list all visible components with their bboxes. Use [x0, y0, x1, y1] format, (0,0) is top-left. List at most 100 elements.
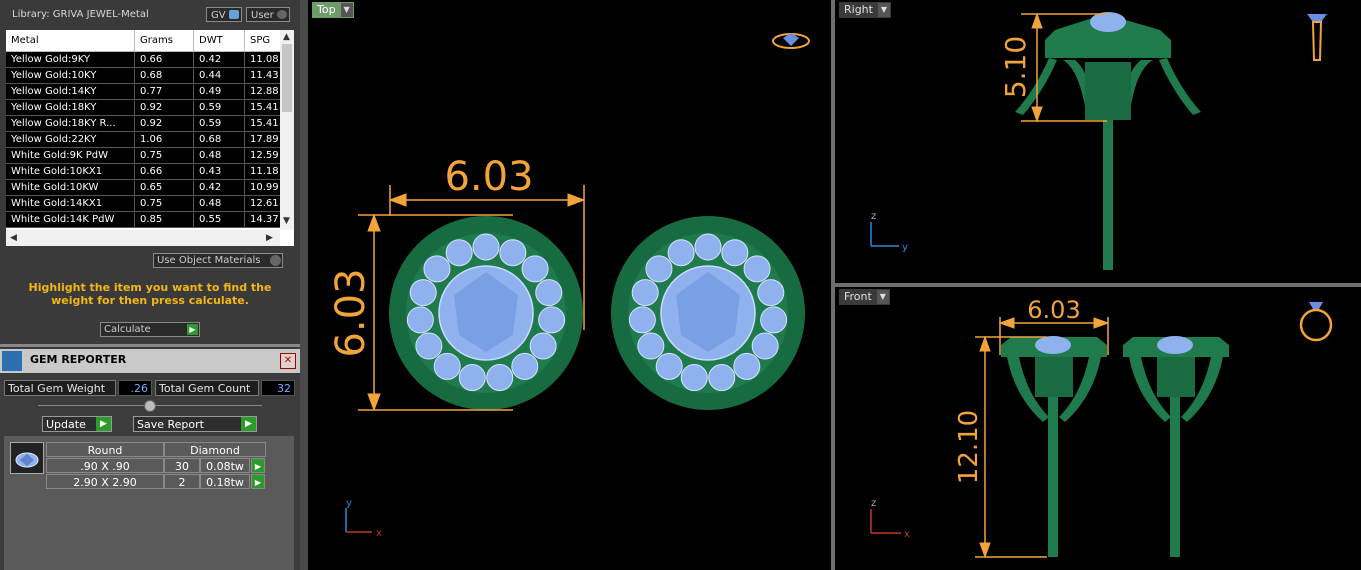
- halo-stone: [458, 364, 486, 392]
- axis-y-label: y: [346, 498, 352, 509]
- panel-divider[interactable]: [0, 344, 300, 347]
- gem-header-diamond: Diamond: [164, 442, 266, 457]
- scroll-left-icon[interactable]: ◀: [10, 233, 17, 243]
- view-orientation-ring-icon[interactable]: [1299, 302, 1333, 342]
- halo-stone: [757, 279, 785, 307]
- halo-stone: [721, 239, 749, 267]
- metal-row[interactable]: White Gold:10KW 0.65 0.42 10.99: [6, 179, 290, 196]
- scroll-down-icon[interactable]: ▼: [283, 216, 290, 226]
- gem-reporter-logo-icon: [2, 351, 22, 371]
- halo-stone: [645, 255, 673, 283]
- col-dwt-header[interactable]: DWT: [193, 30, 245, 52]
- top-view-canvas: 6.03 6.03 y x: [328, 33, 810, 539]
- metal-cell-grams: 0.65: [134, 179, 194, 196]
- slider-knob[interactable]: [144, 400, 156, 412]
- halo-stone: [529, 332, 557, 360]
- update-button[interactable]: Update ▶: [42, 416, 112, 432]
- close-icon[interactable]: ✕: [280, 353, 296, 369]
- view-orientation-ring-icon[interactable]: [772, 33, 810, 49]
- metal-table: Metal Grams DWT SPG Yellow Gold:9KY 0.66 0…: [6, 30, 294, 246]
- metal-row[interactable]: Yellow Gold:18KY R... 0.92 0.59 15.41: [6, 115, 290, 132]
- metal-cell-dwt: 0.43: [193, 163, 245, 180]
- metal-row[interactable]: Yellow Gold:10KY 0.68 0.44 11.43: [6, 67, 290, 84]
- col-metal-header[interactable]: Metal: [6, 30, 135, 52]
- gem-count: 30: [164, 458, 200, 473]
- metal-cell-grams: 0.68: [134, 67, 194, 84]
- save-report-button[interactable]: Save Report ▶: [133, 416, 257, 432]
- user-toggle-label: User: [251, 10, 274, 21]
- total-gem-weight-value: .26: [118, 380, 152, 396]
- calculate-button[interactable]: Calculate ▶: [100, 322, 200, 337]
- front-view-canvas: 6.03 12.10 z x: [870, 296, 1333, 559]
- col-grams-header[interactable]: Grams: [134, 30, 194, 52]
- metal-row[interactable]: White Gold:9K PdW 0.75 0.48 12.59: [6, 147, 290, 164]
- halo-stone: [538, 306, 566, 334]
- axis-indicator: y x: [345, 498, 382, 539]
- metal-cell-grams: 0.66: [134, 163, 194, 180]
- halo-stone: [637, 332, 665, 360]
- user-toggle[interactable]: User: [246, 7, 290, 22]
- metal-row[interactable]: Yellow Gold:9KY 0.66 0.42 11.08: [6, 51, 290, 68]
- calculate-label: Calculate: [104, 324, 151, 335]
- total-gem-weight-label: Total Gem Weight: [4, 380, 116, 396]
- metal-cell-metal: Yellow Gold:9KY: [6, 51, 135, 68]
- viewport-right[interactable]: Right ▼ 5.10 z y: [835, 0, 1361, 283]
- gv-toggle[interactable]: GV: [206, 7, 242, 22]
- front-width-dim-label: 6.03: [1027, 296, 1080, 324]
- viewport-front[interactable]: Front ▼ 6.03 12.10 z x: [835, 287, 1361, 570]
- earring-side-right: [1015, 12, 1201, 270]
- metal-cell-dwt: 0.68: [193, 131, 245, 148]
- metal-row[interactable]: White Gold:14K PdW 0.85 0.55 14.37: [6, 211, 290, 228]
- halo-stone: [433, 352, 461, 380]
- viewport-top[interactable]: Top ▼ 6.03 6.03 y x: [308, 0, 831, 570]
- play-icon[interactable]: ▶: [251, 458, 265, 473]
- metal-table-vscrollbar[interactable]: ▲ ▼: [280, 30, 294, 230]
- sidebar-splitter[interactable]: [300, 0, 308, 570]
- right-view-canvas: 5.10 z y: [870, 12, 1327, 270]
- total-gem-count-value: 32: [261, 380, 295, 396]
- scroll-right-icon[interactable]: ▶: [266, 233, 273, 243]
- play-icon[interactable]: ▶: [251, 474, 265, 489]
- view-orientation-pendant-icon[interactable]: [1307, 14, 1327, 61]
- axis-z-label: z: [871, 498, 876, 509]
- gem-reporter-title: GEM REPORTER: [30, 353, 127, 366]
- metal-row[interactable]: White Gold:10KX1 0.66 0.43 11.18: [6, 163, 290, 180]
- height-dim-label: 6.03: [328, 268, 374, 357]
- metal-cell-metal: Yellow Gold:10KY: [6, 67, 135, 84]
- scroll-up-icon[interactable]: ▲: [283, 32, 290, 42]
- halo-stone: [680, 364, 708, 392]
- metal-cell-metal: White Gold:14K PdW: [6, 211, 135, 228]
- metal-cell-grams: 0.66: [134, 51, 194, 68]
- earring-left-top: [389, 216, 583, 410]
- halo-stone: [415, 332, 443, 360]
- metal-cell-grams: 0.92: [134, 99, 194, 116]
- metal-row[interactable]: Yellow Gold:18KY 0.92 0.59 15.41: [6, 99, 290, 116]
- scroll-thumb[interactable]: [282, 44, 292, 112]
- sidebar-panel: Library: GRIVA JEWEL-Metal GV User Metal…: [0, 0, 300, 570]
- gem-table: Round Diamond .90 X .90 30 0.08tw ▶ 2.90…: [4, 436, 294, 570]
- metal-cell-metal: White Gold:10KX1: [6, 163, 135, 180]
- toggle-switch-icon: [270, 255, 281, 266]
- metal-row[interactable]: Yellow Gold:14KY 0.77 0.49 12.88: [6, 83, 290, 100]
- user-switch-icon: [277, 10, 287, 19]
- metal-cell-dwt: 0.42: [193, 179, 245, 196]
- metal-row[interactable]: Yellow Gold:22KY 1.06 0.68 17.89: [6, 131, 290, 148]
- metal-cell-grams: 0.75: [134, 147, 194, 164]
- metal-cell-dwt: 0.44: [193, 67, 245, 84]
- halo-stone: [667, 239, 695, 267]
- halo-stone: [760, 306, 788, 334]
- axis-x-label: x: [376, 528, 382, 539]
- halo-stone: [655, 352, 683, 380]
- gem-reporter-header: GEM REPORTER ✕: [0, 349, 300, 373]
- halo-stone: [628, 306, 656, 334]
- metal-cell-dwt: 0.59: [193, 115, 245, 132]
- halo-stone: [499, 239, 527, 267]
- use-object-materials-label: Use Object Materials: [157, 255, 261, 266]
- width-dim-label: 6.03: [444, 154, 533, 200]
- metal-row[interactable]: White Gold:14KX1 0.75 0.48 12.61: [6, 195, 290, 212]
- metal-table-hscrollbar[interactable]: ◀ ▶: [6, 230, 280, 246]
- use-object-materials-toggle[interactable]: Use Object Materials: [153, 253, 283, 268]
- halo-stone: [486, 364, 514, 392]
- gv-toggle-label: GV: [211, 10, 226, 21]
- metal-cell-grams: 0.85: [134, 211, 194, 228]
